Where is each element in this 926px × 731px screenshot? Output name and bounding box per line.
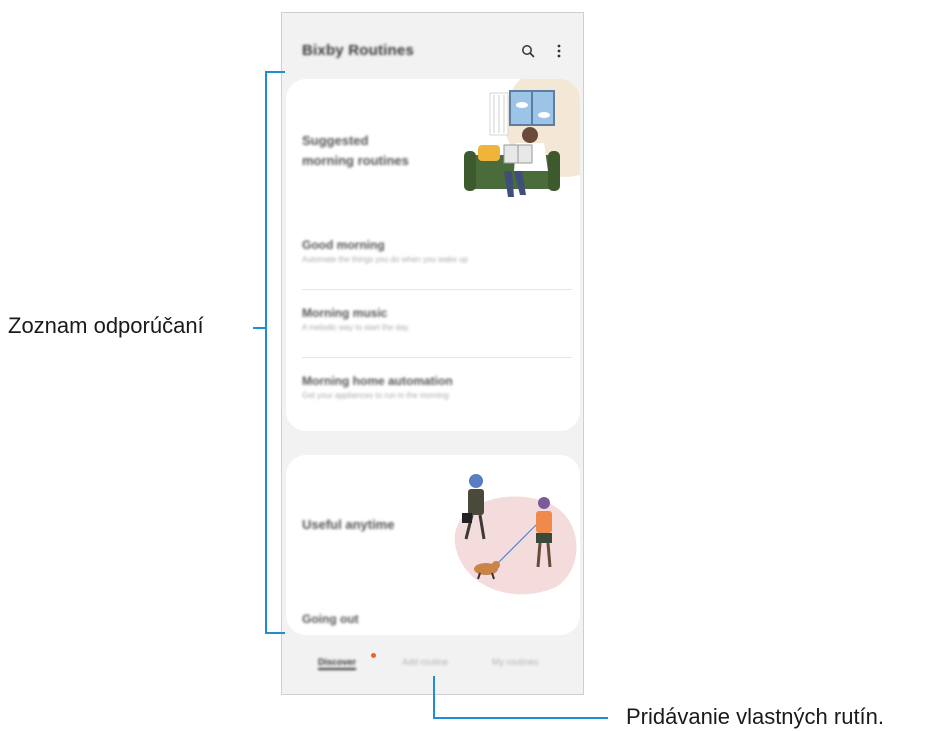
tab-my-routines[interactable]: My routines [492, 657, 539, 667]
list-item-title: Morning home automation [302, 374, 453, 388]
tab-discover[interactable]: Discover [318, 657, 357, 670]
divider [302, 357, 572, 358]
list-item-subtitle: A melodic way to start the day. [302, 323, 410, 332]
callout-recommendations: Zoznam odporúčaní [8, 313, 204, 338]
list-item-title: Good morning [302, 238, 385, 252]
tab-add-routine[interactable]: Add routine [402, 657, 448, 667]
callout-line [253, 327, 265, 329]
useful-anytime-card: Useful anytime Going out [286, 455, 580, 635]
list-item-subtitle: Get your appliances to run in the mornin… [302, 391, 449, 400]
callout-line [433, 676, 435, 719]
more-vertical-icon[interactable] [548, 40, 570, 62]
search-icon[interactable] [517, 40, 539, 62]
callout-bracket [265, 71, 267, 634]
phone-screen: Bixby Routines Suggested morning routine… [281, 12, 584, 695]
suggested-morning-card: Suggested morning routines Good morning … [286, 79, 580, 431]
list-item[interactable]: Good morning Automate the things you do … [302, 237, 570, 266]
list-item-subtitle: Automate the things you do when you wake… [302, 255, 468, 264]
list-item[interactable]: Morning music A melodic way to start the… [302, 305, 570, 334]
manual-page: Bixby Routines Suggested morning routine… [0, 0, 926, 731]
card-heading: Useful anytime [302, 517, 395, 532]
app-title: Bixby Routines [302, 42, 414, 59]
card-heading: Suggested morning routines [302, 133, 409, 168]
list-item[interactable]: Morning home automation Get your applian… [302, 373, 570, 402]
callout-bracket-bottom [265, 632, 285, 634]
list-item-title: Going out [302, 612, 359, 626]
divider [302, 289, 572, 290]
callout-bracket-top [265, 71, 285, 73]
walking-dog-illustration [454, 474, 577, 595]
bottom-tab-bar: Discover Add routine My routines [282, 649, 583, 679]
notification-dot [371, 653, 376, 658]
list-item[interactable]: Going out [302, 611, 570, 627]
callout-add-routine: Pridávanie vlastných rutín. [626, 704, 885, 729]
list-item-title: Morning music [302, 306, 388, 320]
reading-person-illustration [464, 79, 580, 197]
callout-line [433, 717, 608, 719]
